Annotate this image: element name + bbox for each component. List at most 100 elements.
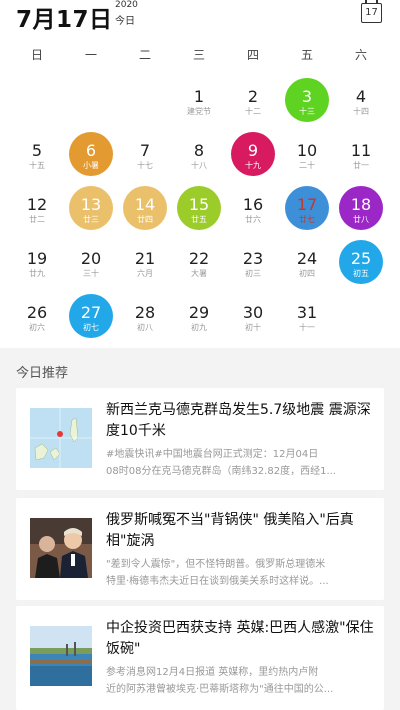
news-thumbnail	[30, 408, 92, 468]
lunar-date: 十一	[299, 323, 315, 332]
lunar-date: 廿九	[29, 269, 45, 278]
lunar-date: 初十	[245, 323, 261, 332]
calendar-icon-day: 17	[365, 7, 378, 18]
day-number: 14	[134, 195, 156, 214]
lunar-date: 十四	[353, 107, 369, 116]
day-cell-21[interactable]: 21 六月	[123, 240, 169, 286]
day-number: 30	[242, 303, 264, 322]
day-number: 9	[247, 141, 259, 160]
recommendations-section: 今日推荐 新西兰克马德克群岛发生5.7级地震 震源深度10千米 #地震快讯#中国…	[0, 348, 400, 710]
weekday-label: 二	[138, 48, 151, 62]
day-cell-19[interactable]: 19 廿九	[15, 240, 61, 286]
day-number: 7	[139, 141, 151, 160]
lunar-date: 小暑	[83, 161, 99, 170]
current-date-title[interactable]: 7月17日	[16, 0, 113, 34]
lunar-date: 十五	[29, 161, 45, 170]
day-cell-13[interactable]: 13 廿三	[69, 186, 115, 232]
weekday-label: 一	[84, 48, 97, 62]
weekday-label: 五	[300, 48, 313, 62]
weekday-label: 三	[192, 48, 205, 62]
day-cell-17[interactable]: 17 廿七	[285, 186, 331, 232]
day-cell-15[interactable]: 15 廿五	[177, 186, 223, 232]
news-desc-line2: 特里·梅德韦杰夫近日在谈到俄美关系时这样说。...	[106, 576, 329, 587]
news-desc-line2: 08时08分在克马德克群岛（南纬32.82度，西经1...	[106, 466, 336, 477]
weekday-header: 日一二三四五六	[0, 46, 400, 66]
day-cell-18[interactable]: 18 廿八	[339, 186, 385, 232]
day-cell-6[interactable]: 6 小暑	[69, 132, 115, 178]
news-card[interactable]: 新西兰克马德克群岛发生5.7级地震 震源深度10千米 #地震快讯#中国地震台网正…	[16, 388, 384, 490]
header: 7月17日 2020 今日 17	[0, 0, 400, 36]
calendar-today-icon[interactable]: 17	[361, 0, 382, 23]
day-number: 23	[242, 249, 264, 268]
day-number: 31	[296, 303, 318, 322]
day-cell-22[interactable]: 22 大暑	[177, 240, 223, 286]
day-number: 8	[193, 141, 205, 160]
lunar-date: 六月	[137, 269, 153, 278]
day-cell-31[interactable]: 31 十一	[285, 294, 331, 340]
day-cell-7[interactable]: 7 十七	[123, 132, 169, 178]
day-cell-26[interactable]: 26 初六	[15, 294, 61, 340]
weekday-label: 日	[30, 48, 43, 62]
lunar-date: 十八	[191, 161, 207, 170]
day-cell-25[interactable]: 25 初五	[339, 240, 385, 286]
day-number: 15	[188, 195, 210, 214]
day-number: 11	[350, 141, 372, 160]
news-title: 中企投资巴西获支持 英媒:巴西人感激"保住饭碗"	[106, 620, 374, 657]
day-number: 13	[80, 195, 102, 214]
day-cell-5[interactable]: 5 十五	[15, 132, 61, 178]
day-cell-27[interactable]: 27 初七	[69, 294, 115, 340]
day-number: 27	[80, 303, 102, 322]
day-cell-10[interactable]: 10 二十	[285, 132, 331, 178]
day-cell-8[interactable]: 8 十八	[177, 132, 223, 178]
news-desc-line1: 参考消息网12月4日报道 英媒称，里约热内卢附	[106, 667, 319, 678]
day-number: 3	[301, 87, 313, 106]
lunar-date: 初九	[191, 323, 207, 332]
day-cell-14[interactable]: 14 廿四	[123, 186, 169, 232]
lunar-date: 初八	[137, 323, 153, 332]
lunar-date: 廿一	[353, 161, 369, 170]
lunar-date: 三十	[83, 269, 99, 278]
section-title: 今日推荐	[16, 366, 69, 381]
day-number: 1	[193, 87, 205, 106]
weekday-label: 六	[354, 48, 367, 62]
lunar-date: 廿二	[29, 215, 45, 224]
day-cell-16[interactable]: 16 廿六	[231, 186, 277, 232]
day-number: 29	[188, 303, 210, 322]
day-cell-11[interactable]: 11 廿一	[339, 132, 385, 178]
day-cell-24[interactable]: 24 初四	[285, 240, 331, 286]
day-cell-29[interactable]: 29 初九	[177, 294, 223, 340]
day-number: 5	[31, 141, 43, 160]
news-card[interactable]: 俄罗斯喊冤不当"背锅侠" 俄美陷入"后真相"旋涡 "差到令人震惊"，但不怪特朗普…	[16, 498, 384, 600]
day-number: 22	[188, 249, 210, 268]
lunar-date: 初三	[245, 269, 261, 278]
day-cell-4[interactable]: 4 十四	[339, 78, 385, 124]
day-cell-9[interactable]: 9 十九	[231, 132, 277, 178]
day-number: 24	[296, 249, 318, 268]
lunar-date: 廿四	[137, 215, 153, 224]
lunar-date: 十三	[299, 107, 315, 116]
year-label: 2020	[115, 0, 138, 10]
day-number: 2	[247, 87, 259, 106]
news-card[interactable]: 中企投资巴西获支持 英媒:巴西人感激"保住饭碗" 参考消息网12月4日报道 英媒…	[16, 606, 384, 710]
day-cell-1[interactable]: 1 建党节	[177, 78, 223, 124]
news-desc-line1: "差到令人震惊"，但不怪特朗普。俄罗斯总理德米	[106, 559, 326, 570]
lunar-date: 廿三	[83, 215, 99, 224]
news-thumbnail	[30, 518, 92, 578]
lunar-date: 大暑	[191, 269, 207, 278]
day-cell-12[interactable]: 12 廿二	[15, 186, 61, 232]
day-cell-2[interactable]: 2 十二	[231, 78, 277, 124]
day-cell-20[interactable]: 20 三十	[69, 240, 115, 286]
day-cell-30[interactable]: 30 初十	[231, 294, 277, 340]
day-number: 12	[26, 195, 48, 214]
lunar-date: 十二	[245, 107, 261, 116]
day-cell-23[interactable]: 23 初三	[231, 240, 277, 286]
lunar-date: 廿五	[191, 215, 207, 224]
lunar-date: 廿八	[353, 215, 369, 224]
day-cell-28[interactable]: 28 初八	[123, 294, 169, 340]
lunar-date: 初四	[299, 269, 315, 278]
news-title: 新西兰克马德克群岛发生5.7级地震 震源深度10千米	[106, 402, 371, 439]
lunar-date: 廿六	[245, 215, 261, 224]
day-cell-3[interactable]: 3 十三	[285, 78, 331, 124]
news-desc-line1: #地震快讯#中国地震台网正式测定：12月04日	[106, 449, 319, 460]
day-number: 16	[242, 195, 264, 214]
